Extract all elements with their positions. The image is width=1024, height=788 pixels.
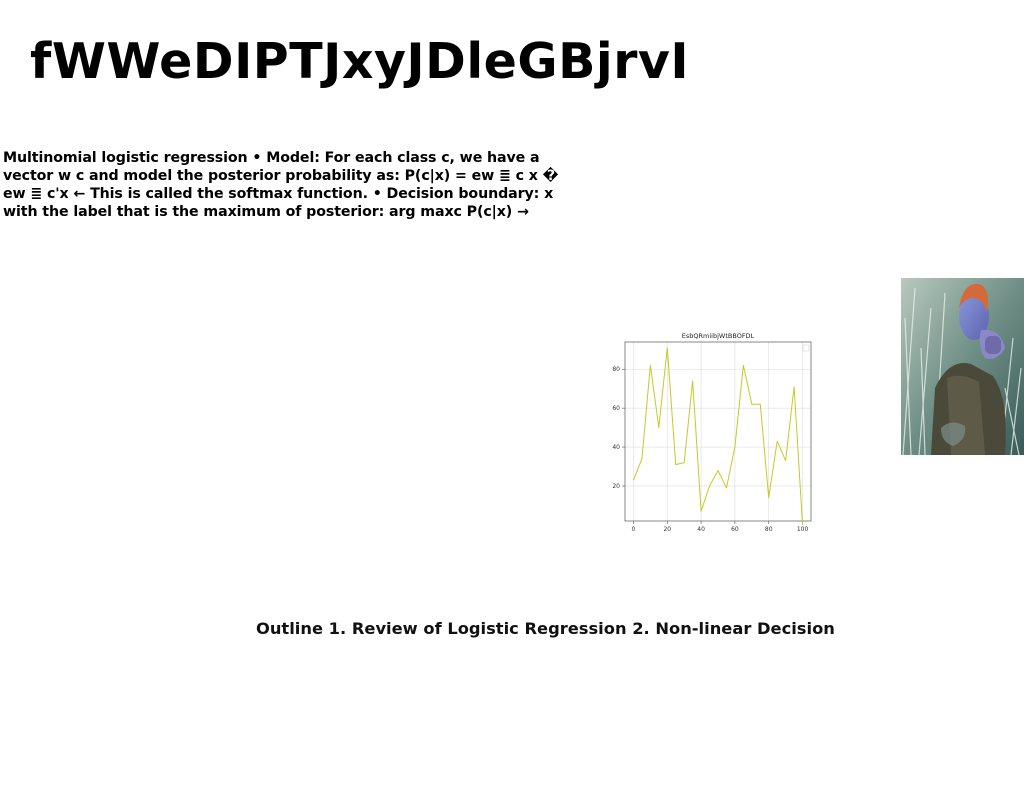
x-tick-label: 80 xyxy=(765,526,773,533)
slide-caption: Outline 1. Review of Logistic Regression… xyxy=(256,619,835,638)
x-tick-label: 20 xyxy=(663,526,671,533)
y-tick-label: 80 xyxy=(612,366,620,373)
slide-title: fWWeDIPTJxyJDleGBjrvI xyxy=(30,33,690,90)
y-tick-label: 20 xyxy=(612,483,620,490)
chart-legend-box xyxy=(802,344,810,352)
line-chart: EsbQRmiibjWtBBOFDL 0 20 40 60 80 100 20 40 60 80 xyxy=(598,326,820,538)
x-tick-label: 40 xyxy=(697,526,705,533)
chart-title: EsbQRmiibjWtBBOFDL xyxy=(682,332,755,340)
portrait-photo xyxy=(901,278,1024,455)
x-tick-label: 0 xyxy=(632,526,636,533)
person-portrait-photo xyxy=(901,278,1024,455)
chart-ticks: 0 20 40 60 80 100 20 40 60 80 xyxy=(612,366,808,533)
y-tick-label: 60 xyxy=(612,405,620,412)
chart-plot-area xyxy=(624,341,812,522)
line-chart-svg: EsbQRmiibjWtBBOFDL 0 20 40 60 80 100 20 40 60 80 xyxy=(612,332,812,533)
series-line xyxy=(632,347,804,525)
y-tick-label: 40 xyxy=(612,444,620,451)
x-tick-label: 60 xyxy=(731,526,739,533)
x-tick-label: 100 xyxy=(797,526,809,533)
chart-grid xyxy=(625,342,811,521)
slide-body-text: Multinomial logistic regression • Model:… xyxy=(3,150,559,220)
